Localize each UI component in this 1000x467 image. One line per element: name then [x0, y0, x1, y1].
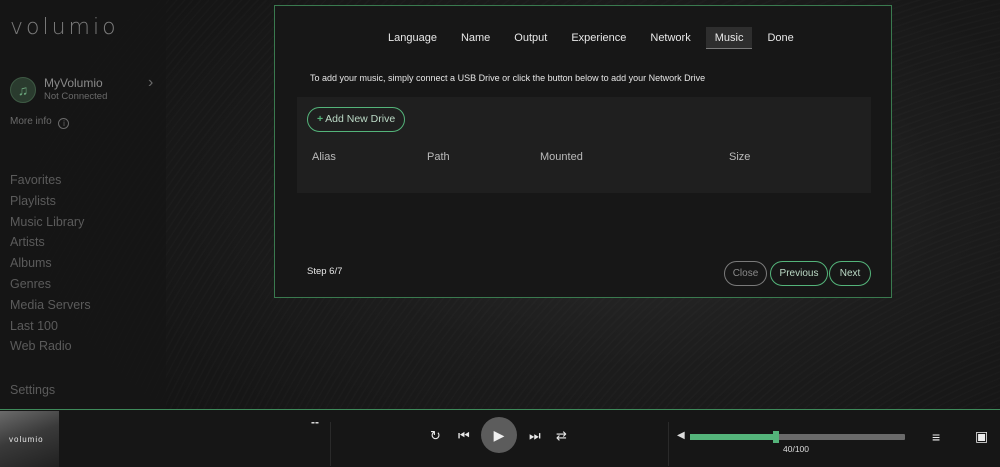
tab-language[interactable]: Language — [379, 27, 446, 49]
play-icon: ▶ — [493, 427, 505, 443]
sidebar-item-settings[interactable]: Settings — [10, 383, 55, 397]
volume-icon[interactable]: ◀ — [677, 430, 685, 441]
sidebar-item-genres[interactable]: Genres — [10, 274, 91, 295]
tab-name[interactable]: Name — [452, 27, 499, 49]
app-logo[interactable]: volumio — [10, 15, 119, 40]
drive-table: + Add New Drive Alias Path Mounted Size — [297, 97, 871, 193]
music-intro-text: To add your music, simply connect a USB … — [310, 73, 706, 83]
setup-wizard-modal: Language Name Output Experience Network … — [274, 5, 892, 298]
divider — [330, 422, 331, 466]
sidebar-item-playlists[interactable]: Playlists — [10, 191, 91, 212]
divider — [668, 422, 669, 466]
tab-music[interactable]: Music — [705, 27, 753, 49]
more-info-label: More info — [10, 116, 52, 127]
step-indicator: Step 6/7 — [307, 266, 343, 277]
play-button[interactable]: ▶ — [481, 417, 517, 453]
tab-done[interactable]: Done — [758, 27, 802, 49]
close-button[interactable]: Close — [724, 261, 767, 286]
more-info-link[interactable]: More info i — [10, 116, 70, 129]
previous-button[interactable]: Previous — [770, 261, 828, 286]
sidebar: volumio ♫ MyVolumio Not Connected › More… — [0, 0, 166, 410]
myvolumio-icon: ♫ — [10, 77, 36, 103]
sidebar-item-favorites[interactable]: Favorites — [10, 170, 91, 191]
sidebar-item-media-servers[interactable]: Media Servers — [10, 295, 91, 316]
shuffle-icon[interactable]: ⇄ — [556, 428, 567, 444]
skip-next-icon[interactable]: ⏭ — [529, 428, 541, 444]
volume-slider[interactable] — [690, 431, 905, 443]
myvolumio-account[interactable]: ♫ MyVolumio Not Connected › — [10, 74, 160, 104]
column-path: Path — [427, 151, 450, 163]
skip-previous-icon[interactable]: ⏮ — [458, 428, 470, 444]
sidebar-item-artists[interactable]: Artists — [10, 232, 91, 253]
tab-experience[interactable]: Experience — [562, 27, 635, 49]
info-icon: i — [58, 118, 70, 129]
repeat-icon[interactable]: ↻ — [430, 428, 441, 444]
queue-icon[interactable]: ≡ — [932, 429, 940, 445]
album-art-logo: volumio — [9, 435, 44, 444]
plus-icon: + — [317, 113, 324, 125]
sidebar-item-albums[interactable]: Albums — [10, 253, 91, 274]
volume-fill — [690, 434, 776, 440]
sidebar-item-last-100[interactable]: Last 100 — [10, 316, 91, 337]
sidebar-menu: Favorites Playlists Music Library Artist… — [10, 170, 91, 357]
device-status: Not Connected — [44, 91, 108, 102]
album-art[interactable]: volumio — [0, 411, 59, 467]
player-bar: volumio -- ↻ ⏮ ▶ ⏭ ⇄ ◀ 40/100 ≡ ▣ — [0, 409, 1000, 467]
track-info: -- — [311, 415, 319, 429]
tab-network[interactable]: Network — [641, 27, 699, 49]
sidebar-item-music-library[interactable]: Music Library — [10, 212, 91, 233]
volume-readout: 40/100 — [783, 444, 809, 454]
column-mounted: Mounted — [540, 151, 583, 163]
speaker-icon[interactable]: ▣ — [975, 428, 988, 445]
device-name: MyVolumio — [44, 76, 103, 90]
add-new-drive-button[interactable]: + Add New Drive — [307, 107, 406, 132]
column-alias: Alias — [312, 151, 336, 163]
sidebar-item-web-radio[interactable]: Web Radio — [10, 336, 91, 357]
next-button[interactable]: Next — [829, 261, 871, 286]
chevron-right-icon[interactable]: › — [148, 74, 153, 92]
volume-handle[interactable] — [773, 431, 779, 443]
add-drive-label: Add New Drive — [325, 113, 396, 125]
tab-output[interactable]: Output — [505, 27, 556, 49]
wizard-tabs: Language Name Output Experience Network … — [379, 27, 809, 49]
column-size: Size — [729, 151, 751, 163]
